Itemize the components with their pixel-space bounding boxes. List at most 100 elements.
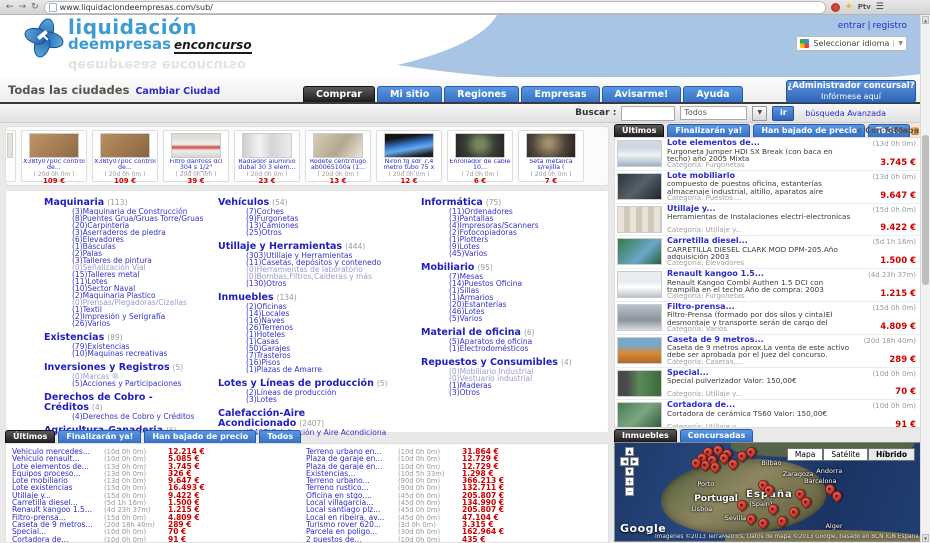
carousel-card[interactable]: X38ty07p0c control de... ( 20d 0h 0m ) 1… [92, 130, 158, 182]
listing-title-link[interactable]: Turismo rover 620... [306, 521, 398, 528]
subcategory-link[interactable]: (3)Aserraderos de piedra [44, 229, 214, 236]
category-heading[interactable]: Mobiliario(95) [421, 263, 601, 273]
language-selector[interactable]: Seleccionar idioma ▼ [796, 36, 907, 51]
advanced-search-link[interactable]: búsqueda Avanzada [805, 109, 886, 118]
carousel-card[interactable]: Niron fg sdr 7,4 metro tubo 75 x 10.4 ( … [376, 130, 442, 182]
subcategory-label[interactable]: Otros [266, 279, 286, 288]
listing-title-link[interactable]: Cortadora de... [667, 400, 858, 410]
nav-tab[interactable]: Ayuda [683, 86, 742, 102]
search-category-select[interactable]: Todos [680, 106, 747, 120]
listing-title-link[interactable]: Local en ribeira, av... [306, 514, 398, 521]
filter-tab[interactable]: Finalizarán ya! [58, 430, 141, 443]
subcategory-link[interactable]: (4)Derechos de Cobro y Créditos [44, 413, 214, 420]
listing-title-link[interactable]: Special... [12, 528, 104, 535]
subcategory-link[interactable]: (1)Electrodomésticos [421, 345, 601, 352]
carousel-card-partial[interactable] [5, 130, 16, 182]
listing-photo[interactable] [617, 140, 662, 167]
nav-tab[interactable]: Regiones [444, 86, 519, 102]
subcategory-link[interactable]: (25)Otros [218, 229, 413, 236]
subcategory-link[interactable]: (6)Elevadores [44, 236, 214, 243]
admin-concursal-button[interactable]: ¿Administrador concursal? Infórmese aquí [786, 80, 916, 103]
nav-tab[interactable]: Comprar [303, 86, 375, 102]
category-heading[interactable]: Inversiones y Registros(5) [44, 363, 214, 373]
subcategory-link[interactable]: (46)Lotes [421, 308, 601, 315]
filter-tab[interactable]: Últimos [614, 124, 664, 137]
listing-title-link[interactable]: Lote elementos de... [12, 463, 104, 470]
map-zoom-in-icon[interactable]: + [625, 477, 634, 486]
refresh-icon[interactable]: ↻ [31, 2, 39, 12]
chevron-down-icon[interactable]: ▼ [893, 40, 903, 47]
subcategory-link[interactable]: (3)Lotes [218, 396, 413, 403]
listing-title-link[interactable]: Vehiculo renault... [12, 455, 104, 462]
page-scrollbar[interactable]: ▲ ▼ [920, 15, 930, 543]
back-icon[interactable]: ← [6, 2, 14, 12]
listing-title-link[interactable]: Lote elementos de... [667, 138, 858, 148]
sidebar-listing-item[interactable]: Renault kangoo 1.5... Renault Kangoo Com… [615, 269, 920, 302]
listing-title-link[interactable]: Lote mobiliario [12, 477, 104, 484]
listing-title-link[interactable]: Lote mobiliario [667, 171, 858, 181]
scroll-down-icon[interactable]: ▼ [922, 534, 929, 542]
filter-tab[interactable]: Últimos [5, 430, 55, 443]
subcategory-label[interactable]: Otros [261, 228, 281, 237]
subcategory-link[interactable]: (1)Básculas [44, 243, 214, 250]
sidebar-listing-item[interactable]: Lote elementos de... Furgoneta Jumper HD… [615, 138, 920, 171]
scrollbar-thumb[interactable] [922, 135, 929, 285]
listing-title-link[interactable]: Utillaje y... [667, 204, 858, 214]
map-type-button[interactable]: Híbrido [868, 448, 915, 461]
nav-tab[interactable]: Mi sitio [377, 86, 442, 102]
subcategory-link[interactable]: (130)Otros [218, 280, 413, 287]
nav-tab[interactable]: Empresas [521, 86, 599, 102]
scroll-up-icon[interactable]: ▲ [922, 16, 929, 24]
sidebar-listing-item[interactable]: Lote mobiliario compuesto de puestos ofi… [615, 171, 920, 204]
map-pan-left-icon[interactable]: ◀ [620, 457, 629, 466]
listing-title-link[interactable]: 2 puestos de... [306, 536, 398, 543]
subcategory-label[interactable]: Varios [460, 314, 483, 323]
listing-title-link[interactable]: Cortadora de... [12, 536, 104, 543]
listing-photo[interactable] [617, 238, 662, 265]
subcategory-link[interactable]: (10)Maquinas recreativas [44, 350, 214, 357]
subcategory-link[interactable]: (5)Acciones y Participaciones [44, 380, 214, 387]
map-tab[interactable]: Inmuebles [614, 429, 677, 442]
listing-title-link[interactable]: Equipos proceso... [12, 470, 104, 477]
subcategory-link[interactable]: (1)Armarios [421, 294, 601, 301]
listing-title-link[interactable]: Carretilla diesel... [667, 236, 858, 246]
carousel-card[interactable]: Rodete centrifugo ab0065100a (1... ( 20d… [305, 130, 371, 182]
subcategory-link[interactable]: (45)Varios [421, 250, 601, 257]
listing-photo[interactable] [617, 402, 662, 428]
subcategory-link[interactable]: (11)Ordenadores [421, 208, 601, 215]
subcategory-link[interactable]: (15)Talleres metal [44, 271, 214, 278]
listing-title-link[interactable]: Terreno urbano... [306, 477, 398, 484]
browser-menu-icon[interactable]: ☰ [876, 3, 884, 12]
nav-tab[interactable]: Avisarme! [602, 86, 682, 102]
sidebar-listing-item[interactable]: Caseta de 9 metros... Caseta de 9 metros… [615, 335, 920, 368]
filter-tab[interactable]: Todos [259, 430, 301, 443]
extension-icon[interactable] [831, 3, 840, 12]
listing-title-link[interactable]: Filtro-prensa... [12, 514, 104, 521]
url-bar[interactable]: www.liquidaciondeempresas.com/sub/ [44, 1, 826, 14]
listing-title-link[interactable]: Caseta de 9 metros... [667, 335, 858, 345]
subcategory-label[interactable]: Otros [460, 388, 480, 397]
select-dropdown-icon[interactable]: ▼ [752, 106, 767, 121]
listing-photo[interactable] [617, 337, 662, 364]
listing-photo[interactable] [617, 370, 662, 397]
listing-title-link[interactable]: Renault kangoo 1.5... [667, 269, 858, 279]
search-go-button[interactable]: ir [772, 106, 794, 121]
map-tab[interactable]: Concursadas [680, 429, 754, 442]
subcategory-label[interactable]: Varios [464, 249, 487, 258]
sidebar-listing-item[interactable]: Filtro-prensa... Filtro-Prensa (formado … [615, 302, 920, 335]
subcategory-link[interactable]: (20)Estanterías [421, 301, 601, 308]
listing-photo[interactable] [617, 173, 662, 200]
subcategory-label[interactable]: Lotes [257, 395, 277, 404]
category-name[interactable]: Calefacción-Aire Acondicionado [218, 408, 305, 429]
subcategory-link[interactable]: (26)Varios [44, 320, 214, 327]
bookmark-star-icon[interactable]: ★ [845, 3, 853, 12]
sidebar-listing-item[interactable]: Cortadora de... Cortadora de cerámica TS… [615, 400, 920, 428]
subcategory-link[interactable]: (2)Impresión y Serigrafía [44, 313, 214, 320]
listing-photo[interactable] [617, 206, 662, 233]
listing-title-link[interactable]: Existencias... [306, 470, 398, 477]
listing-title-link[interactable]: Parcela en poligo... [306, 528, 398, 535]
category-heading[interactable]: Calefacción-Aire Acondicionado(2407) [218, 409, 413, 429]
map-zoom-out-icon[interactable]: − [625, 487, 634, 496]
map-type-button[interactable]: Mapa [787, 448, 823, 461]
listing-title-link[interactable]: Lote existencias [12, 484, 104, 491]
